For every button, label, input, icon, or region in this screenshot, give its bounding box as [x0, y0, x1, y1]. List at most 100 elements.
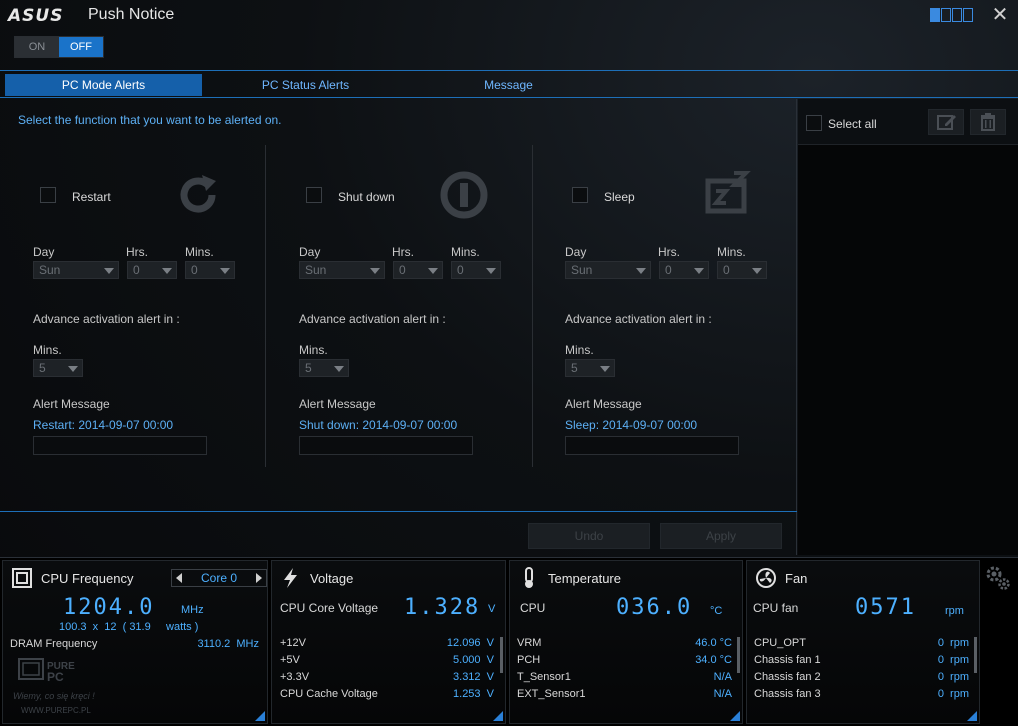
sleep-column: Sleep Day Hrs. Mins. Sun 0 0 Advance act… — [532, 145, 798, 465]
cpu-frequency-title: CPU Frequency — [41, 571, 134, 586]
shutdown-hrs-select[interactable]: 0 — [393, 261, 443, 279]
fan-row-label: Chassis fan 2 — [754, 671, 821, 683]
sleep-day-value: Sun — [571, 263, 593, 277]
restart-alert-message: Restart: 2014-09-07 00:00 — [33, 418, 174, 432]
cpu-frequency-value: 1204.0 — [63, 595, 155, 620]
voltage-title: Voltage — [310, 571, 354, 586]
voltage-row-value: 3.312 V — [453, 671, 494, 683]
temperature-row-label: T_Sensor1 — [517, 671, 571, 683]
shutdown-advance-select[interactable]: 5 — [299, 359, 349, 377]
temperature-row-label: PCH — [517, 654, 541, 666]
advance-alert-label: Advance activation alert in : — [33, 312, 180, 326]
chevron-down-icon — [752, 268, 762, 274]
fan-icon — [756, 568, 776, 588]
undo-button[interactable]: Undo — [528, 523, 650, 549]
svg-text:Wiemy, co się kręci !: Wiemy, co się kręci ! — [13, 691, 95, 701]
sleep-hrs-value: 0 — [665, 263, 672, 277]
cpu-core-voltage-unit: V — [488, 603, 496, 615]
scrollbar[interactable] — [737, 637, 740, 673]
sleep-advance-value: 5 — [571, 361, 578, 375]
shutdown-checkbox[interactable] — [306, 187, 322, 203]
restart-mins-select[interactable]: 0 — [185, 261, 235, 279]
side-panel-header: Select all — [798, 99, 1018, 145]
shutdown-day-select[interactable]: Sun — [299, 261, 385, 279]
sleep-mins-value: 0 — [723, 263, 730, 277]
chevron-down-icon — [162, 268, 172, 274]
arrow-left-icon[interactable] — [176, 573, 182, 583]
scrollbar[interactable] — [974, 637, 977, 673]
voltage-row-value: 5.000 V — [453, 654, 494, 666]
shutdown-mins-select[interactable]: 0 — [451, 261, 501, 279]
core-selector[interactable]: Core 0 — [171, 569, 267, 587]
shutdown-hrs-value: 0 — [399, 263, 406, 277]
restart-label: Restart — [72, 190, 111, 204]
scrollbar[interactable] — [500, 637, 503, 673]
asus-logo: ASUS — [8, 6, 64, 26]
sleep-day-select[interactable]: Sun — [565, 261, 651, 279]
lightning-icon — [284, 568, 297, 588]
advance-alert-label: Advance activation alert in : — [565, 312, 712, 326]
fan-row-value: 0 rpm — [937, 671, 969, 683]
arrow-right-icon[interactable] — [256, 573, 262, 583]
delete-button[interactable] — [970, 109, 1006, 135]
fan-row-value: 0 rpm — [937, 654, 969, 666]
sleep-checkbox[interactable] — [572, 187, 588, 203]
toggle-on[interactable]: ON — [15, 37, 59, 57]
mins-label: Mins. — [451, 245, 480, 259]
cpu-frequency-unit: MHz — [181, 604, 204, 616]
restart-column: Restart Day Hrs. Mins. Sun 0 0 Advance a… — [0, 145, 266, 465]
tab-pc-status-alerts[interactable]: PC Status Alerts — [207, 74, 404, 96]
day-label: Day — [33, 245, 55, 259]
cpu-fan-label: CPU fan — [753, 601, 799, 615]
chevron-down-icon — [694, 268, 704, 274]
voltage-row-label: +3.3V — [280, 671, 310, 683]
shutdown-label: Shut down — [338, 190, 395, 204]
sleep-message-input[interactable] — [565, 436, 739, 455]
purepc-watermark: PURE PC Wiemy, co się kręci ! WWW.PUREPC… — [13, 657, 123, 719]
close-button[interactable]: ✕ — [990, 4, 1010, 26]
select-all-checkbox[interactable] — [806, 115, 822, 131]
settings-gear-icon[interactable] — [984, 564, 1012, 592]
chevron-down-icon — [220, 268, 230, 274]
restart-message-input[interactable] — [33, 436, 207, 455]
chevron-down-icon — [104, 268, 114, 274]
expand-corner-icon[interactable] — [730, 711, 740, 721]
on-off-toggle[interactable]: ON OFF — [14, 36, 104, 58]
chevron-down-icon — [334, 366, 344, 372]
hrs-label: Hrs. — [126, 245, 148, 259]
expand-corner-icon[interactable] — [967, 711, 977, 721]
core-selector-value: Core 0 — [200, 571, 238, 585]
cpu-temp-label: CPU — [520, 601, 546, 615]
restart-hrs-select[interactable]: 0 — [127, 261, 177, 279]
restart-advance-select[interactable]: 5 — [33, 359, 83, 377]
chevron-down-icon — [600, 366, 610, 372]
hrs-label: Hrs. — [658, 245, 680, 259]
sleep-hrs-select[interactable]: 0 — [659, 261, 709, 279]
expand-corner-icon[interactable] — [493, 711, 503, 721]
restart-checkbox[interactable] — [40, 187, 56, 203]
cpu-temp-unit: °C — [710, 605, 723, 617]
temperature-row-value: 34.0 °C — [695, 654, 732, 666]
tab-pc-mode-alerts[interactable]: PC Mode Alerts — [5, 74, 202, 96]
layout-switch-button[interactable] — [930, 8, 976, 24]
fan-row-label: Chassis fan 1 — [754, 654, 821, 666]
tab-message[interactable]: Message — [410, 74, 607, 96]
shutdown-message-input[interactable] — [299, 436, 473, 455]
edit-button[interactable] — [928, 109, 964, 135]
advance-mins-label: Mins. — [299, 343, 328, 357]
voltage-row-label: CPU Cache Voltage — [280, 688, 378, 700]
window-title: Push Notice — [88, 6, 175, 23]
expand-corner-icon[interactable] — [255, 711, 265, 721]
fan-pane: Fan CPU fan 0571 rpm CPU_OPT 0 rpm Chass… — [746, 560, 980, 724]
chevron-down-icon — [486, 268, 496, 274]
restart-day-select[interactable]: Sun — [33, 261, 119, 279]
dram-frequency-value: 3110.2 MHz — [197, 638, 259, 650]
sleep-mins-select[interactable]: 0 — [717, 261, 767, 279]
fan-row-value: 0 rpm — [937, 637, 969, 649]
apply-button[interactable]: Apply — [660, 523, 782, 549]
toggle-off[interactable]: OFF — [59, 37, 103, 57]
sleep-advance-select[interactable]: 5 — [565, 359, 615, 377]
mins-label: Mins. — [185, 245, 214, 259]
mins-label: Mins. — [717, 245, 746, 259]
cpu-icon — [12, 568, 32, 588]
